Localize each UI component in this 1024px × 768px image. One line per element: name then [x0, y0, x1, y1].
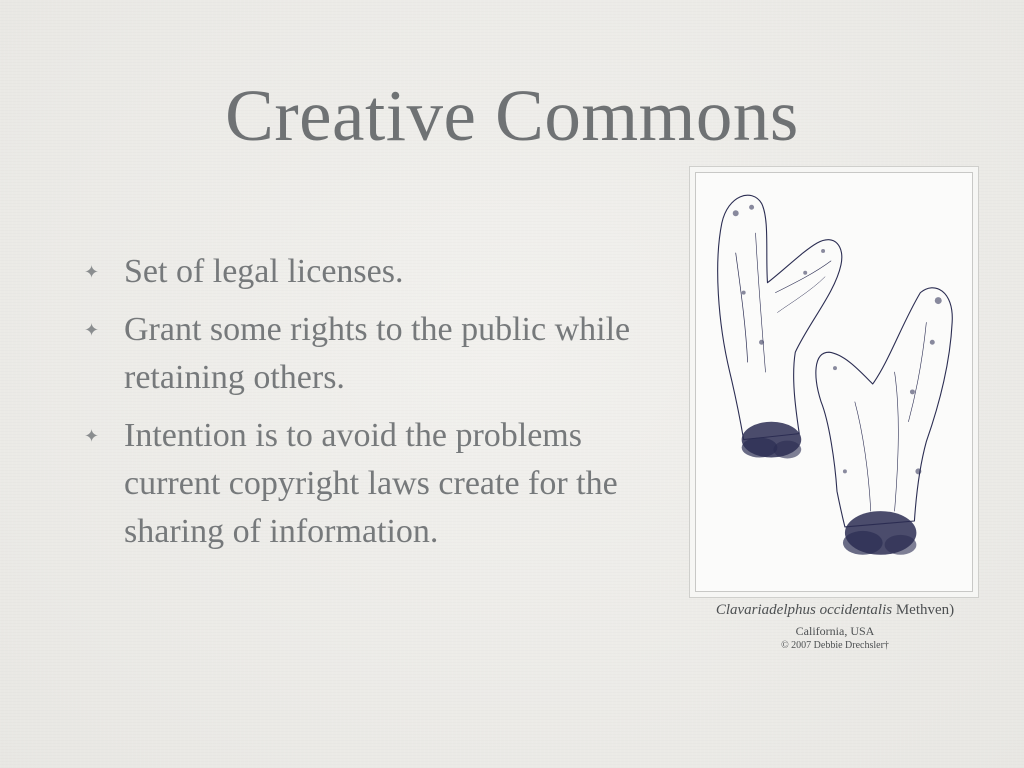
figure-caption: Clavariadelphus occidentalis Methven) Ca…	[680, 600, 990, 652]
mushroom-illustration	[695, 172, 973, 592]
bullet-text: Set of legal licenses.	[124, 253, 404, 290]
caption-location: California, USA	[795, 624, 875, 638]
bullet-text: Intention is to avoid the problems curre…	[124, 417, 618, 550]
slide-title: Creative Commons	[225, 75, 799, 156]
species-name: Clavariadelphus occidentalis	[715, 602, 893, 618]
sparkle-bullet-icon: ✦	[84, 262, 100, 282]
caption-credit: © 2007 Debbie Drechsler†	[781, 640, 889, 651]
species-author: Methven)	[892, 602, 955, 618]
bullet-item: ✦ Set of legal licenses.	[84, 248, 644, 296]
bullet-list: ✦ Set of legal licenses. ✦ Grant some ri…	[84, 248, 644, 566]
caption-species-line: Clavariadelphus occidentalis Methven)	[680, 600, 990, 620]
mushroom-sketch-drawing	[717, 194, 953, 555]
sparkle-bullet-icon: ✦	[84, 426, 100, 446]
sparkle-bullet-icon: ✦	[84, 320, 100, 340]
bullet-item: ✦ Grant some rights to the public while …	[84, 306, 644, 402]
slide: Creative Commons ✦ Set of legal licenses…	[0, 0, 1024, 768]
bullet-text: Grant some rights to the public while re…	[124, 311, 631, 396]
bullet-item: ✦ Intention is to avoid the problems cur…	[84, 412, 644, 556]
